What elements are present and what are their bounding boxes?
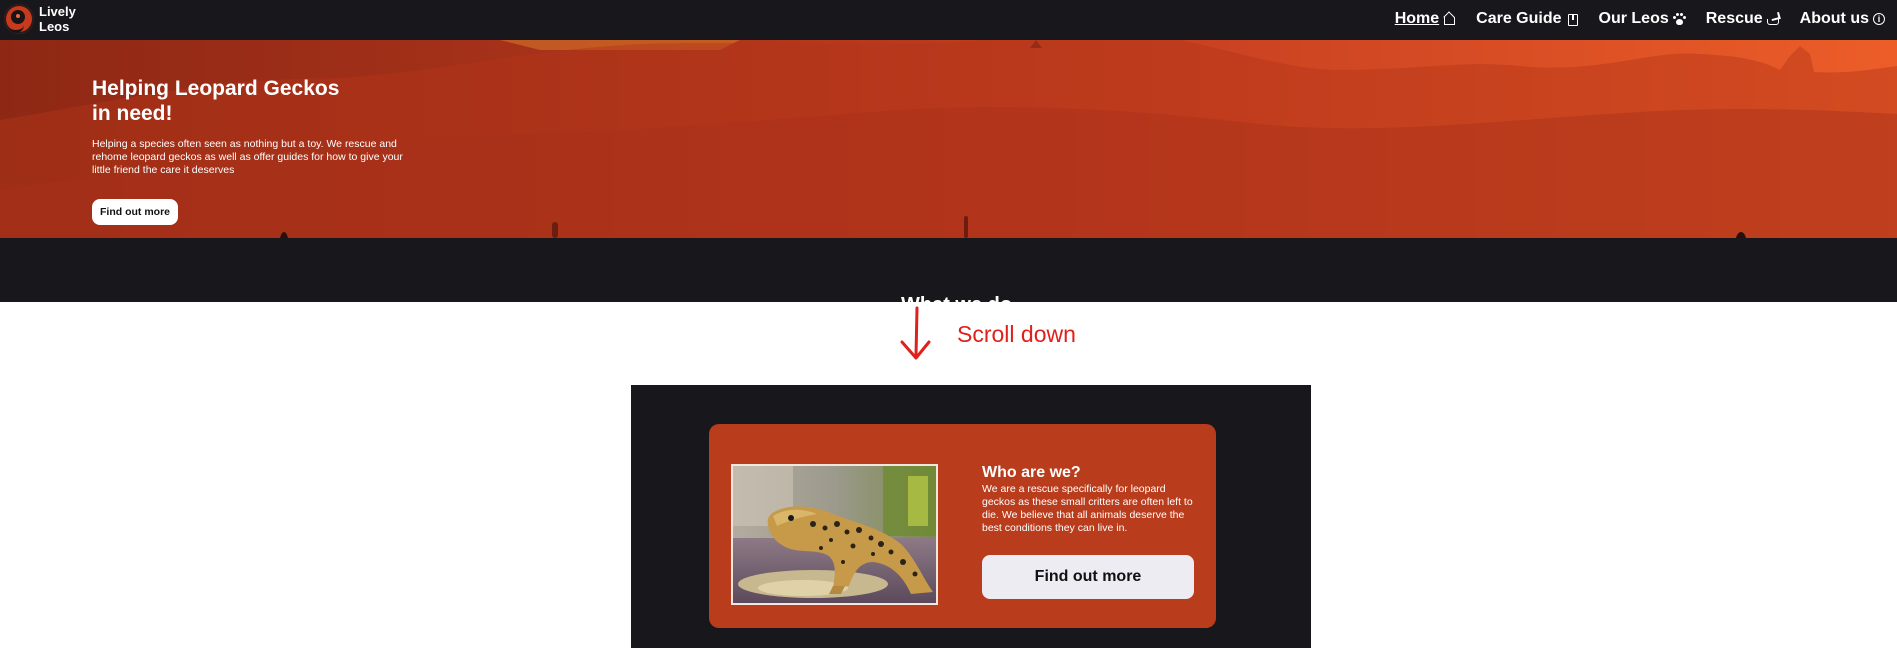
brand-logo-link[interactable]: Lively Leos [4,4,87,34]
hero-description: Helping a species often seen as nothing … [92,138,403,176]
rescue-hand-icon [1766,13,1780,26]
nav-link-home[interactable]: Home [1395,10,1456,28]
book-icon [1566,13,1579,26]
card-find-out-more-button[interactable]: Find out more [982,555,1194,599]
nav-link-rescue[interactable]: Rescue [1706,10,1780,28]
hero-content: Helping Leopard Geckos in need! Helping … [92,76,422,225]
nav-links: Home Care Guide Our Leos Rescue About us… [1395,10,1885,28]
who-are-we-card: Who are we? We are a rescue specifically… [709,424,1216,628]
info-icon: i [1873,13,1885,25]
home-icon [1443,13,1456,26]
brand-name: Lively Leos [39,4,76,34]
hero-title: Helping Leopard Geckos in need! [92,77,340,125]
nav-link-about-us[interactable]: About us i [1800,10,1885,28]
about-section: Who are we? We are a rescue specifically… [631,385,1311,648]
nav-link-care-guide[interactable]: Care Guide [1476,10,1578,28]
hero-find-out-more-button[interactable]: Find out more [92,199,178,225]
card-description: We are a rescue specifically for leopard… [982,483,1193,534]
what-we-do-section: What we do [0,238,1897,302]
gecko-logo-icon [4,4,34,34]
section-heading: What we do [901,294,1012,302]
paw-icon [1672,12,1686,26]
leopard-gecko-photo [731,464,938,605]
card-heading: Who are we? [982,464,1081,481]
nav-link-our-leos[interactable]: Our Leos [1599,10,1686,28]
scroll-down-arrow-icon [900,306,931,360]
scroll-down-annotation: Scroll down [957,321,1076,347]
top-navbar: Lively Leos Home Care Guide Our Leos Res… [0,0,1897,40]
hero-banner: Helping Leopard Geckos in need! Helping … [0,40,1897,238]
